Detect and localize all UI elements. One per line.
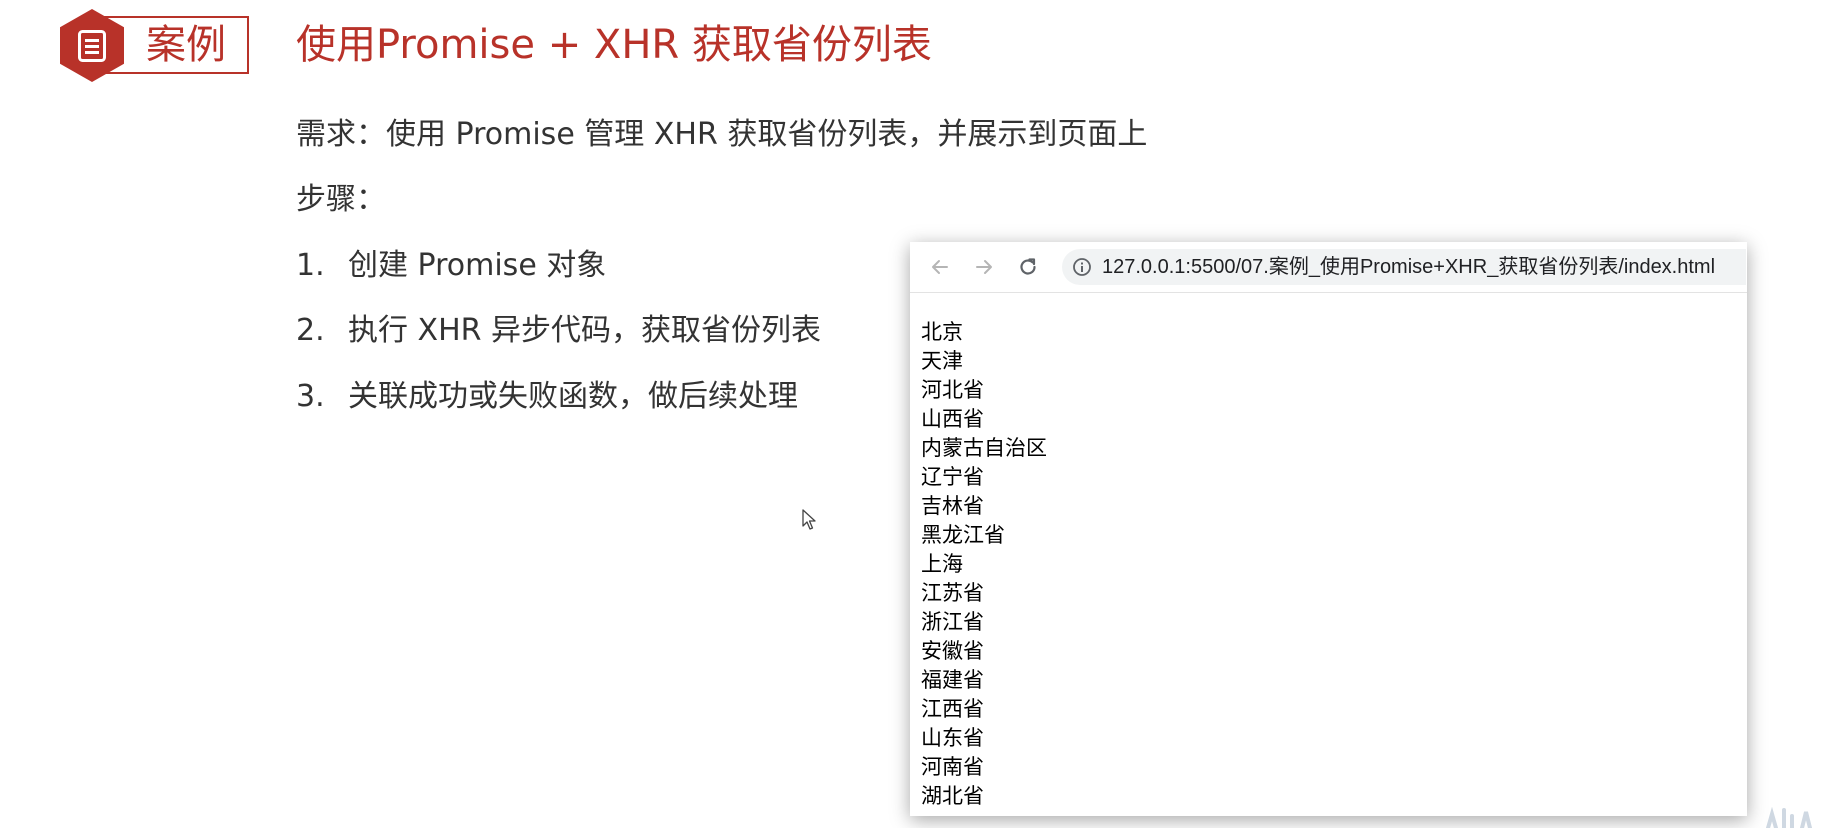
list-item: 山东省	[921, 726, 984, 750]
list-item: 山西省	[921, 407, 984, 431]
list-item: 湖北省	[921, 784, 984, 808]
mouse-cursor-icon	[802, 509, 816, 530]
forward-arrow-icon[interactable]	[972, 255, 996, 279]
list-item: 天津	[921, 349, 963, 373]
list-item: 安徽省	[921, 639, 984, 663]
step-text: 执行 XHR 异步代码，获取省份列表	[348, 313, 822, 348]
step-item: 3. 关联成功或失败函数，做后续处理	[296, 377, 798, 417]
step-text: 关联成功或失败函数，做后续处理	[348, 379, 798, 414]
step-number: 3.	[296, 379, 325, 414]
list-item: 上海	[921, 552, 963, 576]
slide-title: 使用Promise + XHR 获取省份列表	[296, 22, 932, 68]
list-item: 江苏省	[921, 581, 984, 605]
step-item: 1. 创建 Promise 对象	[296, 246, 606, 286]
browser-window: 127.0.0.1:5500/07.案例_使用Promise+XHR_获取省份列…	[910, 242, 1747, 816]
list-item: 内蒙古自治区	[921, 436, 1047, 460]
browser-toolbar: 127.0.0.1:5500/07.案例_使用Promise+XHR_获取省份列…	[910, 242, 1747, 293]
reload-icon[interactable]	[1016, 255, 1040, 279]
requirement-text: 需求：使用 Promise 管理 XHR 获取省份列表，并展示到页面上	[296, 117, 1148, 152]
step-number: 2.	[296, 313, 325, 348]
document-list-icon	[78, 30, 106, 62]
corner-watermark-icon	[1766, 806, 1812, 828]
list-item: 河南省	[921, 755, 984, 779]
list-item: 吉林省	[921, 494, 984, 518]
list-item: 辽宁省	[921, 465, 984, 489]
step-number: 1.	[296, 248, 325, 283]
step-item: 2. 执行 XHR 异步代码，获取省份列表	[296, 311, 821, 351]
steps-label: 步骤：	[296, 182, 386, 217]
list-item: 江西省	[921, 697, 984, 721]
case-badge-label: 案例	[146, 22, 226, 68]
list-item: 黑龙江省	[921, 523, 1005, 547]
info-icon[interactable]	[1072, 257, 1092, 277]
list-item: 河北省	[921, 378, 984, 402]
back-arrow-icon[interactable]	[928, 255, 952, 279]
province-list: 北京 天津 河北省 山西省 内蒙古自治区 辽宁省 吉林省 黑龙江省 上海 江苏省…	[921, 318, 1047, 811]
address-bar[interactable]: 127.0.0.1:5500/07.案例_使用Promise+XHR_获取省份列…	[1062, 249, 1746, 285]
step-text: 创建 Promise 对象	[348, 248, 607, 283]
url-text[interactable]: 127.0.0.1:5500/07.案例_使用Promise+XHR_获取省份列…	[1102, 249, 1715, 285]
list-item: 福建省	[921, 668, 984, 692]
list-item: 浙江省	[921, 610, 984, 634]
list-item: 北京	[921, 320, 963, 344]
